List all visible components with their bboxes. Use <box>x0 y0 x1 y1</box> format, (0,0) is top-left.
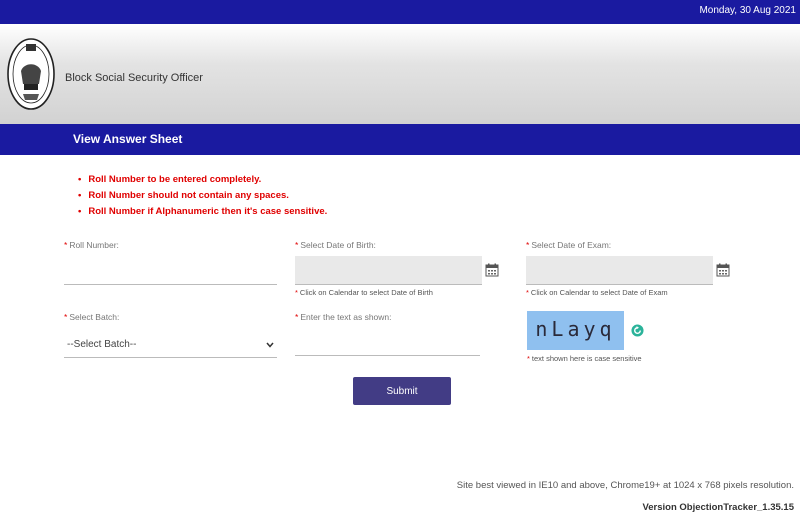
calendar-icon[interactable] <box>716 263 730 277</box>
dob-label: * Select Date of Birth: <box>295 240 376 250</box>
org-name: Block Social Security Officer <box>65 72 203 84</box>
instruction-item: Roll Number if Alphanumeric then it's ca… <box>78 204 327 220</box>
captcha-text: nLayq <box>535 317 616 341</box>
captcha-input[interactable] <box>295 333 480 356</box>
state-emblem-icon <box>7 38 55 110</box>
top-bar: Monday, 30 Aug 2021 <box>0 0 800 24</box>
batch-label: * Select Batch: <box>64 312 120 322</box>
calendar-icon[interactable] <box>485 263 499 277</box>
version-label: Version ObjectionTracker_1.35.15 <box>642 502 794 513</box>
instruction-item: Roll Number should not contain any space… <box>78 188 327 204</box>
instructions-list: Roll Number to be entered completely. Ro… <box>78 172 327 220</box>
header: Block Social Security Officer <box>0 24 800 124</box>
page-title: View Answer Sheet <box>73 132 183 146</box>
current-date: Monday, 30 Aug 2021 <box>699 5 796 16</box>
exam-date-hint: * Click on Calendar to select Date of Exa… <box>526 288 668 297</box>
instruction-item: Roll Number to be entered completely. <box>78 172 327 188</box>
batch-select[interactable]: --Select Batch-- <box>64 333 277 358</box>
roll-number-label: * Roll Number: <box>64 240 119 250</box>
captcha-image: nLayq <box>527 311 624 350</box>
submit-button[interactable]: Submit <box>353 377 451 405</box>
batch-select-value: --Select Batch-- <box>67 339 137 350</box>
dob-hint: * Click on Calendar to select Date of Bir… <box>295 288 433 297</box>
exam-date-input[interactable] <box>526 256 713 285</box>
dob-input[interactable] <box>295 256 482 285</box>
browser-note: Site best viewed in IE10 and above, Chro… <box>456 480 794 491</box>
page-title-bar: View Answer Sheet <box>0 124 800 155</box>
refresh-icon[interactable] <box>631 324 644 337</box>
captcha-input-label: * Enter the text as shown: <box>295 312 392 322</box>
captcha-hint: * text shown here is case sensitive <box>527 354 642 363</box>
roll-number-input[interactable] <box>64 262 277 285</box>
exam-date-label: * Select Date of Exam: <box>526 240 612 250</box>
chevron-down-icon <box>266 342 274 348</box>
